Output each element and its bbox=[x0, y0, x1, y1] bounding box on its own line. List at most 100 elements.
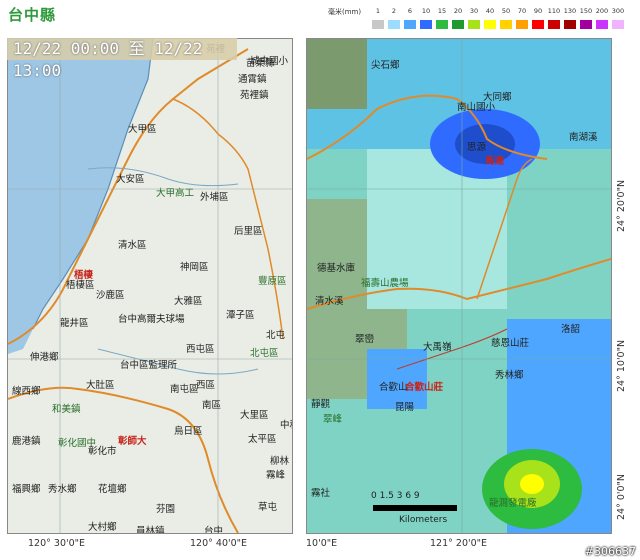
latitude-label: 24° 0'0"N bbox=[616, 473, 627, 520]
map-place-label: 慈恩山莊 bbox=[491, 338, 530, 349]
map-place-label: 西屯區 bbox=[186, 344, 215, 355]
map-place-label: 中和 bbox=[280, 420, 292, 431]
legend-label: 130 bbox=[563, 7, 577, 15]
page-title: 台中縣 bbox=[8, 6, 57, 24]
map-place-label: 芬園 bbox=[156, 504, 176, 515]
legend-label: 300 bbox=[611, 7, 625, 15]
map-place-label: 城中國小 bbox=[250, 56, 289, 67]
legend-swatch bbox=[372, 20, 384, 29]
time-range-banner: 12/22 00:00 至 12/22 13:00 bbox=[7, 38, 237, 80]
map-place-label: 大禹嶺 bbox=[423, 342, 452, 353]
map-place-label: 伸港鄉 bbox=[30, 352, 59, 363]
right-map-panel[interactable]: 尖石鄉 大同鄉 南山國小 思源 南湖溪 馬達 福壽山農場 慈恩山莊 翠巒 大禹嶺 合歡山 合歡山莊 昆陽… bbox=[306, 38, 612, 534]
legend-swatch bbox=[564, 20, 576, 29]
map-place-label: 靜觀 bbox=[311, 399, 331, 410]
map-place-label: 思源 bbox=[467, 142, 487, 153]
left-map-svg bbox=[8, 39, 292, 533]
map-place-label: 大里區 bbox=[240, 410, 269, 421]
map-place-label: 南屯區 bbox=[170, 384, 199, 395]
legend-label: 1 bbox=[375, 7, 381, 15]
legend-swatch bbox=[548, 20, 560, 29]
map-place-label: 台中區監理所 bbox=[120, 360, 178, 371]
watermark: #306637 bbox=[584, 545, 636, 558]
map-place-label: 鹿港鎮 bbox=[12, 436, 41, 447]
right-map-svg bbox=[307, 39, 611, 533]
legend-label: 90 bbox=[533, 7, 543, 15]
map-place-label: 苑裡鎮 bbox=[240, 90, 269, 101]
legend-label: 70 bbox=[517, 7, 527, 15]
map-place-label: 烏日區 bbox=[174, 426, 203, 437]
legend-label: 30 bbox=[469, 7, 479, 15]
map-place-label: 龍井區 bbox=[60, 318, 89, 329]
legend-label: 15 bbox=[437, 7, 447, 15]
scale-bar bbox=[373, 505, 457, 511]
legend-swatch bbox=[468, 20, 480, 29]
map-place-label: 和美鎮 bbox=[52, 404, 81, 415]
map-place-label: 彰師大 bbox=[118, 436, 147, 447]
map-place-label: 梧棲區 bbox=[66, 280, 95, 291]
map-place-label: 清水溪 bbox=[315, 296, 344, 307]
map-place-label: 大村鄉 bbox=[88, 522, 117, 533]
map-place-label: 花壇鄉 bbox=[98, 484, 127, 495]
map-place-label: 翠峰 bbox=[323, 414, 343, 425]
map-place-label: 草屯 bbox=[258, 502, 278, 513]
legend-swatch bbox=[404, 20, 416, 29]
scale-unit: Kilometers bbox=[399, 515, 448, 525]
map-place-label: 沙鹿區 bbox=[96, 290, 125, 301]
map-place-label: 大安區 bbox=[116, 174, 145, 185]
map-place-label: 南山國小 bbox=[457, 102, 496, 113]
map-place-label: 馬達 bbox=[485, 156, 505, 167]
map-place-label: 龍澗發電廠 bbox=[489, 498, 537, 509]
map-place-label: 大甲高工 bbox=[156, 188, 195, 199]
map-place-label: 尖石鄉 bbox=[371, 60, 400, 71]
map-place-label: 昆陽 bbox=[395, 402, 415, 413]
map-place-label: 太平區 bbox=[248, 434, 277, 445]
map-place-label: 通霄鎮 bbox=[238, 74, 267, 85]
longitude-label: 120° 30'0"E bbox=[28, 538, 86, 549]
map-place-label: 秀林鄉 bbox=[495, 370, 524, 381]
legend-label: 200 bbox=[595, 7, 609, 15]
legend-swatch bbox=[484, 20, 496, 29]
latitude-label: 24° 20'0"N bbox=[616, 179, 627, 232]
map-place-label: 外埔區 bbox=[200, 192, 229, 203]
left-map-panel[interactable]: 大甲區 大安區 大甲高工 外埔區 后里區 清水區 梧棲 梧棲區 沙鹿區 神岡區 大雅區 潭子區 豐原區龍… bbox=[7, 38, 293, 534]
legend-swatch bbox=[612, 20, 624, 29]
legend-label: 150 bbox=[579, 7, 593, 15]
map-place-label: 北屯區 bbox=[250, 348, 279, 359]
legend-swatch bbox=[580, 20, 592, 29]
rainfall-legend: 毫米(mm) 1 2 6 10 15 20 30 40 50 70 90 110 130 150 200 30… bbox=[328, 6, 636, 32]
legend-label: 2 bbox=[391, 7, 397, 15]
map-place-label: 秀水鄉 bbox=[48, 484, 77, 495]
legend-unit: 毫米(mm) bbox=[328, 8, 362, 16]
map-place-label: 線西鄉 bbox=[12, 386, 41, 397]
legend-swatch bbox=[596, 20, 608, 29]
map-place-label: 南湖溪 bbox=[569, 132, 598, 143]
map-place-label: 西區 bbox=[196, 380, 216, 391]
map-place-label: 豐原區 bbox=[258, 276, 287, 287]
map-place-label: 台中 bbox=[204, 526, 224, 534]
legend-swatch bbox=[436, 20, 448, 29]
legend-label: 40 bbox=[485, 7, 495, 15]
legend-label: 20 bbox=[453, 7, 463, 15]
map-place-label: 北屯 bbox=[266, 330, 286, 341]
legend-swatch bbox=[420, 20, 432, 29]
legend-label: 10 bbox=[421, 7, 431, 15]
map-place-label: 霧峰 bbox=[266, 470, 286, 481]
legend-swatch bbox=[516, 20, 528, 29]
longitude-label: 120° 40'0"E bbox=[190, 538, 248, 549]
map-place-label: 德基水庫 bbox=[317, 263, 356, 274]
map-place-label: 霧社 bbox=[311, 488, 331, 499]
map-place-label: 合歡山 bbox=[379, 382, 408, 393]
longitude-label: 121° 20'0"E bbox=[430, 538, 488, 549]
map-place-label: 彰化市 bbox=[88, 446, 117, 457]
map-place-label: 神岡區 bbox=[180, 262, 209, 273]
legend-swatch bbox=[388, 20, 400, 29]
map-place-label: 福壽山農場 bbox=[361, 278, 409, 289]
scale-numbers: 0 1.5 3 6 9 bbox=[371, 491, 420, 501]
legend-label: 110 bbox=[547, 7, 561, 15]
legend-label: 6 bbox=[407, 7, 413, 15]
map-place-label: 台中高爾夫球場 bbox=[118, 314, 185, 325]
legend-swatch bbox=[532, 20, 544, 29]
map-place-label: 合歡山莊 bbox=[405, 382, 444, 393]
map-place-label: 清水區 bbox=[118, 240, 147, 251]
